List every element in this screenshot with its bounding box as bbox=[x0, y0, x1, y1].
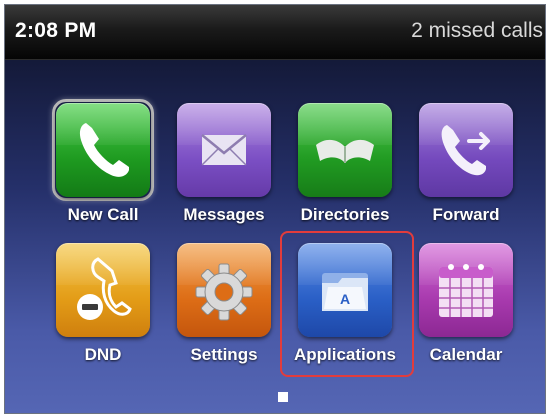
app-dnd[interactable]: DND bbox=[43, 243, 163, 373]
app-settings[interactable]: Settings bbox=[164, 243, 284, 373]
app-label: Calendar bbox=[429, 345, 503, 364]
gear-icon bbox=[177, 243, 271, 337]
app-calendar[interactable]: Calendar bbox=[406, 243, 526, 373]
app-label: Directories bbox=[300, 205, 390, 224]
app-messages[interactable]: Messages bbox=[164, 103, 284, 233]
highlight-outline bbox=[280, 231, 414, 377]
phone-screen: 2:08 PM 2 missed calls New Call Messages bbox=[4, 4, 546, 414]
app-directories[interactable]: Directories bbox=[285, 103, 405, 233]
call-forward-icon bbox=[419, 103, 513, 197]
app-label: Settings bbox=[190, 345, 258, 364]
phone-handset-icon bbox=[56, 103, 150, 197]
status-bar: 2:08 PM 2 missed calls bbox=[5, 5, 545, 60]
app-new-call[interactable]: New Call bbox=[43, 99, 163, 233]
status-time: 2:08 PM bbox=[15, 19, 97, 42]
app-label: Forward bbox=[432, 205, 500, 224]
open-book-icon bbox=[298, 103, 392, 197]
do-not-disturb-icon bbox=[56, 243, 150, 337]
app-label: Messages bbox=[183, 205, 265, 224]
app-label: DND bbox=[84, 345, 122, 364]
envelope-icon bbox=[177, 103, 271, 197]
missed-calls-indicator[interactable]: 2 missed calls bbox=[411, 19, 543, 43]
page-indicator bbox=[278, 392, 288, 402]
calendar-icon bbox=[419, 243, 513, 337]
app-label: New Call bbox=[67, 205, 139, 224]
app-forward[interactable]: Forward bbox=[406, 103, 526, 233]
